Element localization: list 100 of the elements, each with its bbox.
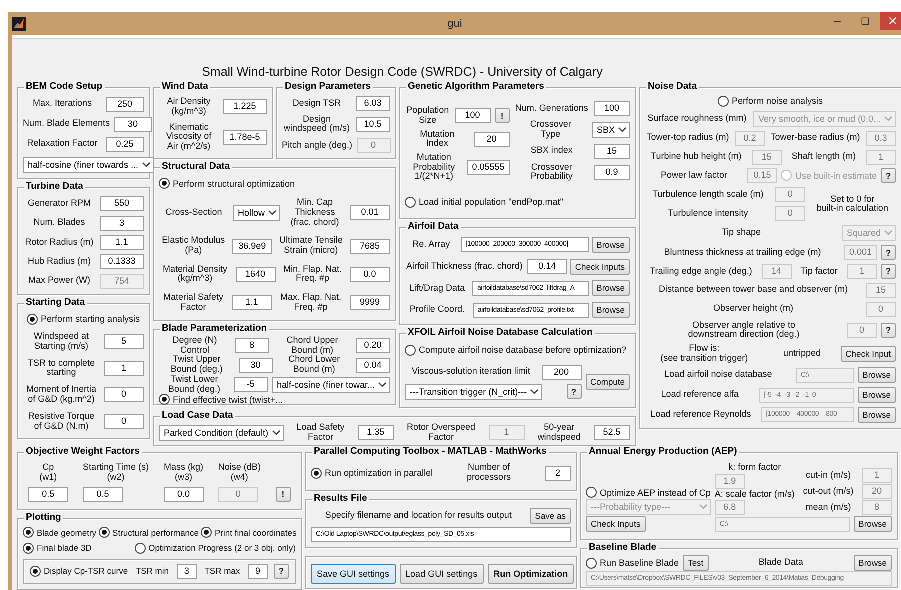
input-field[interactable]: 30 bbox=[114, 116, 152, 132]
button[interactable]: Browse bbox=[858, 387, 896, 404]
input-field[interactable]: 15 bbox=[594, 144, 630, 159]
input-field[interactable]: 100 bbox=[594, 101, 630, 116]
input-field[interactable]: 1.35 bbox=[358, 425, 394, 440]
radio-button[interactable]: Final blade 3D bbox=[23, 542, 92, 554]
button[interactable]: Browse bbox=[854, 555, 892, 571]
help-button[interactable]: ? bbox=[274, 564, 289, 579]
field-label: Mass (kg) (w3) bbox=[164, 463, 204, 483]
input-field[interactable]: 5 bbox=[104, 334, 144, 350]
help-button[interactable]: ! bbox=[276, 486, 291, 502]
button[interactable]: Test bbox=[683, 555, 709, 571]
input-field[interactable]: 0.0 bbox=[350, 266, 390, 282]
button[interactable]: Browse bbox=[854, 516, 892, 532]
panel-title: BEM Code Setup bbox=[24, 81, 105, 92]
dropdown[interactable]: ---Transition trigger (N_crit)--- bbox=[405, 384, 542, 400]
input-field[interactable]: 0.04 bbox=[356, 358, 390, 373]
field-label: Degree (N) Control bbox=[172, 336, 218, 356]
input-field[interactable]: 0.01 bbox=[350, 205, 390, 220]
input-field[interactable]: 1.225 bbox=[223, 99, 267, 114]
help-button[interactable]: ? bbox=[566, 384, 582, 399]
radio-button[interactable]: Print final coordinates bbox=[201, 527, 297, 538]
input-field[interactable]: 250 bbox=[106, 96, 144, 112]
button[interactable]: Check Input bbox=[840, 346, 896, 362]
input-field[interactable]: 7685 bbox=[350, 238, 390, 254]
input-field[interactable]: 1.1 bbox=[232, 295, 272, 310]
input-field[interactable]: 9 bbox=[248, 564, 268, 579]
input-field[interactable]: 8 bbox=[235, 338, 269, 354]
dropdown[interactable]: Parked Condition (default) bbox=[159, 424, 284, 441]
input-field[interactable]: 0 bbox=[104, 387, 144, 402]
radio-button[interactable]: Find effective twist (twist+... bbox=[159, 394, 284, 406]
dropdown[interactable]: Hollow bbox=[233, 204, 280, 221]
dropdown[interactable]: half-cosine (finer towar... bbox=[272, 376, 390, 393]
dropdown[interactable]: SBX bbox=[592, 122, 630, 138]
radio-button[interactable]: Load initial population "endPop.mat" bbox=[405, 196, 564, 208]
button[interactable]: Check Inputs bbox=[586, 516, 646, 532]
button[interactable]: Run Optimization bbox=[488, 564, 574, 584]
radio-button[interactable]: Structural performance bbox=[98, 527, 199, 538]
input-field[interactable]: 1640 bbox=[236, 266, 276, 282]
button[interactable]: Browse bbox=[858, 406, 896, 423]
field-label: Max. Iterations bbox=[32, 99, 94, 109]
input-field[interactable]: 0.05555 bbox=[467, 160, 510, 176]
input-field[interactable]: 52.5 bbox=[594, 425, 630, 440]
input-field[interactable]: 6.03 bbox=[356, 96, 390, 111]
button[interactable]: Compute bbox=[586, 374, 630, 390]
button[interactable]: Check Inputs bbox=[570, 258, 630, 275]
input-field[interactable]: 1.1 bbox=[100, 234, 144, 250]
radio-button[interactable]: Optimization Progress (2 or 3 obj. only) bbox=[134, 542, 296, 554]
input-field[interactable]: -5 bbox=[234, 377, 268, 392]
input-field[interactable]: 0.20 bbox=[356, 338, 390, 354]
radio-button[interactable]: Blade geometry bbox=[23, 527, 97, 538]
button[interactable]: Browse bbox=[592, 236, 630, 253]
input-field[interactable]: 0.5 bbox=[28, 486, 68, 502]
field-label: Crossover Probability bbox=[530, 162, 574, 182]
input-field[interactable]: 0 bbox=[104, 414, 144, 430]
button[interactable]: Browse bbox=[592, 280, 630, 296]
input-field[interactable]: 200 bbox=[542, 364, 582, 380]
radio-button[interactable]: Display Cp-TSR curve bbox=[30, 566, 128, 577]
panel-title: Noise Data bbox=[646, 81, 700, 92]
input-field[interactable]: 0.14 bbox=[527, 259, 568, 274]
input-field[interactable]: 3 bbox=[100, 216, 144, 231]
button[interactable]: Save as bbox=[530, 508, 571, 524]
input-field[interactable]: 30 bbox=[238, 358, 273, 373]
input-field[interactable]: 0.5 bbox=[83, 486, 124, 502]
radio-button[interactable]: Run optimization in parallel bbox=[311, 468, 434, 478]
help-button[interactable]: ? bbox=[881, 322, 896, 338]
help-button[interactable]: ? bbox=[881, 264, 896, 279]
input-field[interactable]: 1 bbox=[104, 360, 144, 376]
input-field[interactable]: 2 bbox=[545, 466, 571, 480]
input-field[interactable]: 10.5 bbox=[356, 116, 390, 132]
field-label: Twist Upper Bound (deg.) bbox=[170, 355, 224, 375]
close-button[interactable] bbox=[880, 12, 901, 30]
help-button[interactable]: ? bbox=[881, 168, 896, 184]
input-field[interactable]: 550 bbox=[100, 196, 144, 212]
input-field[interactable]: 0.9 bbox=[594, 164, 630, 180]
radio-button[interactable]: Perform noise analysis bbox=[718, 96, 824, 107]
input-field[interactable]: 0.0 bbox=[164, 486, 204, 502]
radio-button[interactable]: Run Baseline Blade bbox=[586, 558, 680, 568]
radio-button[interactable]: Perform structural optimization bbox=[159, 178, 296, 190]
field-label: Starting Time (s) (w2) bbox=[83, 463, 150, 483]
input-field[interactable]: 36.9e9 bbox=[232, 238, 272, 254]
input-field[interactable]: 0.1333 bbox=[100, 254, 144, 270]
radio-button[interactable]: Compute airfoil noise database before optimization? bbox=[405, 344, 627, 356]
input-field[interactable]: 1.78e-5 bbox=[223, 130, 267, 145]
help-button[interactable]: ? bbox=[881, 245, 896, 260]
input-field[interactable]: 100 bbox=[454, 108, 491, 124]
button[interactable]: Load GUI settings bbox=[400, 564, 484, 584]
button[interactable]: Browse bbox=[858, 367, 896, 384]
input-field[interactable]: 0.25 bbox=[106, 136, 144, 152]
dropdown[interactable]: half-cosine (finer towards ... bbox=[23, 156, 154, 172]
input-field[interactable]: 9999 bbox=[350, 295, 390, 310]
help-button[interactable]: ! bbox=[494, 108, 510, 124]
input-field[interactable]: 3 bbox=[176, 564, 197, 579]
input-field[interactable]: 20 bbox=[474, 132, 510, 147]
radio-button[interactable]: Perform starting analysis bbox=[26, 314, 140, 325]
field-label: Max Power (W) bbox=[27, 276, 92, 286]
radio-button[interactable]: Optimize AEP instead of Cp bbox=[586, 487, 711, 498]
field-label: TSR min bbox=[134, 566, 170, 576]
button[interactable]: Save GUI settings bbox=[311, 564, 396, 584]
button[interactable]: Browse bbox=[592, 302, 630, 318]
